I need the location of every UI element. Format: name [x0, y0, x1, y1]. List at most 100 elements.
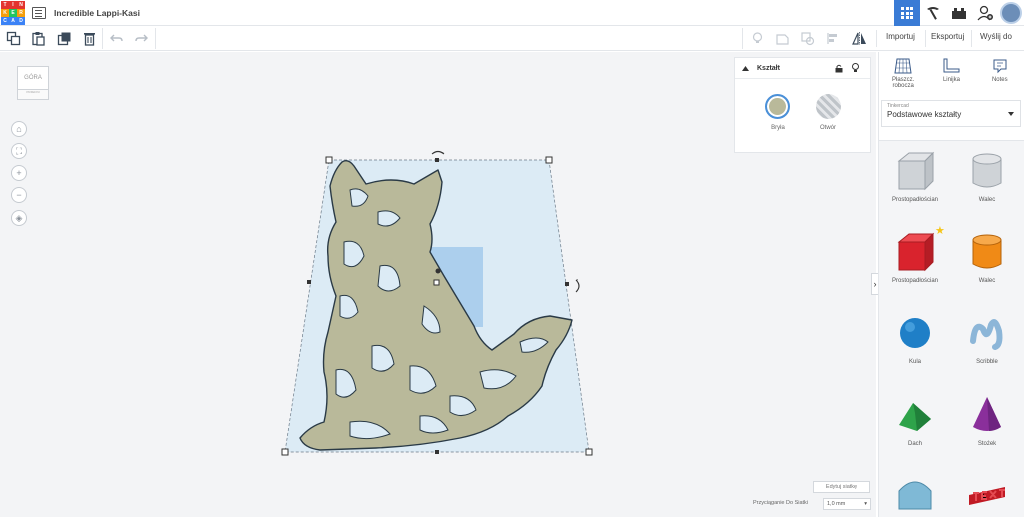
snap-value: 1,0 mm	[827, 501, 846, 507]
edge-handle[interactable]	[435, 450, 439, 454]
toolbar-divider	[155, 28, 156, 49]
top-bar: T I N K E R C A D Incredible Lappi-Kasi	[0, 0, 1024, 26]
lock-icon[interactable]	[835, 64, 843, 73]
import-button[interactable]: Importuj	[886, 32, 915, 41]
view-cube-front[interactable]: PRZEDNI	[17, 90, 49, 100]
toolbar-divider	[742, 28, 743, 49]
mirror-icon[interactable]	[851, 31, 868, 46]
perspective-button[interactable]: ◈	[11, 210, 27, 226]
star-icon: ★	[935, 225, 945, 237]
toolbar-divider	[971, 30, 972, 47]
logo-letter: D	[17, 16, 25, 25]
workplane-tools: Płaszcz. robocza Linijka Notes	[879, 52, 1024, 98]
shape-grid: Prostopadłościan Walec Prostopadłościan …	[879, 140, 1024, 517]
undo-icon[interactable]	[109, 31, 124, 46]
shape-item[interactable]: Prostopadłościan ★	[879, 225, 951, 284]
toolbar-divider	[876, 30, 877, 47]
design-list-icon[interactable]	[32, 6, 46, 19]
shape-item[interactable]: Stożek	[951, 393, 1023, 447]
avatar[interactable]	[1000, 2, 1022, 24]
roof-icon	[899, 403, 931, 431]
solid-color-swatch[interactable]	[765, 94, 790, 119]
cube-icon: ◈	[15, 213, 23, 223]
workplane-tool[interactable]: Płaszcz. robocza	[883, 58, 923, 98]
shape-item[interactable]: Kula	[879, 311, 951, 365]
shape-item[interactable]: Walec	[951, 230, 1023, 284]
redo-icon[interactable]	[134, 31, 149, 46]
tinkercad-logo[interactable]: T I N K E R C A D	[0, 0, 26, 26]
edge-handle[interactable]	[307, 280, 311, 284]
home-icon: ⌂	[16, 124, 22, 134]
height-handle[interactable]	[435, 268, 441, 274]
home-view-button[interactable]: ⌂	[11, 121, 27, 137]
duplicate-icon[interactable]	[57, 31, 72, 46]
rotate-handle-top[interactable]	[431, 150, 445, 155]
design-title[interactable]: Incredible Lappi-Kasi	[54, 8, 140, 18]
view-cube[interactable]: GÓRA PRZEDNI	[17, 66, 49, 100]
edge-handle[interactable]	[435, 158, 439, 162]
group-icon[interactable]	[775, 31, 790, 46]
align-icon[interactable]	[825, 31, 840, 46]
grid-view-button[interactable]	[894, 0, 920, 26]
cylinder-hole-icon	[972, 153, 1002, 188]
toolbar-divider	[925, 30, 926, 47]
note-pin-icon[interactable]	[750, 31, 765, 46]
resize-handle[interactable]	[433, 279, 440, 286]
zoom-in-button[interactable]: +	[11, 165, 27, 181]
edge-handle[interactable]	[565, 282, 569, 286]
shapes-panel: Płaszcz. robocza Linijka Notes Tinkercad…	[878, 52, 1024, 517]
shape-item[interactable]: Walec	[951, 149, 1023, 203]
notes-tool[interactable]: Notes	[980, 58, 1020, 98]
logo-letter: R	[17, 8, 25, 17]
resize-handle[interactable]	[281, 448, 289, 456]
rotate-handle-right[interactable]	[575, 279, 580, 293]
hole-swatch[interactable]	[816, 94, 841, 119]
export-button[interactable]: Eksportuj	[931, 32, 964, 41]
logo-letter: E	[9, 8, 17, 17]
snap-grid-select[interactable]: 1,0 mm ▾	[823, 498, 871, 510]
ungroup-icon[interactable]	[800, 31, 815, 46]
library-name: Podstawowe kształty	[887, 110, 962, 119]
bricks-mode-button[interactable]	[946, 0, 972, 26]
logo-letter: T	[1, 0, 9, 9]
resize-handle[interactable]	[545, 156, 553, 164]
pickaxe-icon	[927, 7, 939, 20]
build-mode-button[interactable]	[920, 0, 946, 26]
shape-item[interactable]: Scribble	[951, 311, 1023, 365]
delete-icon[interactable]	[82, 31, 97, 46]
shape-label: Prostopadłościan	[891, 278, 939, 284]
view-cube-top[interactable]: GÓRA	[17, 66, 49, 90]
sphere-icon	[900, 318, 930, 348]
selected-object[interactable]	[280, 146, 600, 458]
ruler-tool[interactable]: Linijka	[931, 58, 971, 98]
shape-item[interactable]: Dach	[879, 393, 951, 447]
add-user-icon	[977, 5, 993, 21]
box-hole-icon	[897, 151, 935, 191]
paste-icon[interactable]	[31, 31, 46, 46]
brick-icon	[952, 8, 966, 19]
logo-letter: A	[9, 16, 17, 25]
notes-tool-label: Notes	[991, 77, 1008, 83]
light-bulb-icon[interactable]	[852, 63, 859, 73]
shape-item[interactable]	[951, 471, 1023, 515]
ruler-icon	[943, 58, 960, 73]
fit-icon: ⛶	[15, 146, 23, 156]
grid-icon	[901, 7, 913, 19]
shape-library-select[interactable]: Tinkercad Podstawowe kształty	[881, 100, 1021, 127]
resize-handle[interactable]	[585, 448, 593, 456]
shape-item[interactable]: Prostopadłościan	[879, 149, 951, 203]
add-user-button[interactable]	[972, 0, 998, 26]
edit-grid-button[interactable]: Edytuj siatkę	[813, 481, 870, 493]
shape-item[interactable]	[879, 471, 951, 515]
solid-label: Bryła	[771, 125, 785, 131]
collapse-arrow-icon[interactable]	[742, 65, 749, 71]
fit-view-button[interactable]: ⛶	[11, 143, 27, 159]
chevron-right-icon: ›	[873, 279, 877, 289]
workplane-icon	[894, 58, 912, 74]
zoom-out-button[interactable]: −	[11, 187, 27, 203]
edit-toolbar: Importuj Eksportuj Wyślij do	[0, 26, 1024, 51]
copy-icon[interactable]	[6, 31, 21, 46]
resize-handle[interactable]	[325, 156, 333, 164]
send-to-button[interactable]: Wyślij do	[980, 32, 1012, 41]
shape-label: Walec	[978, 278, 996, 284]
